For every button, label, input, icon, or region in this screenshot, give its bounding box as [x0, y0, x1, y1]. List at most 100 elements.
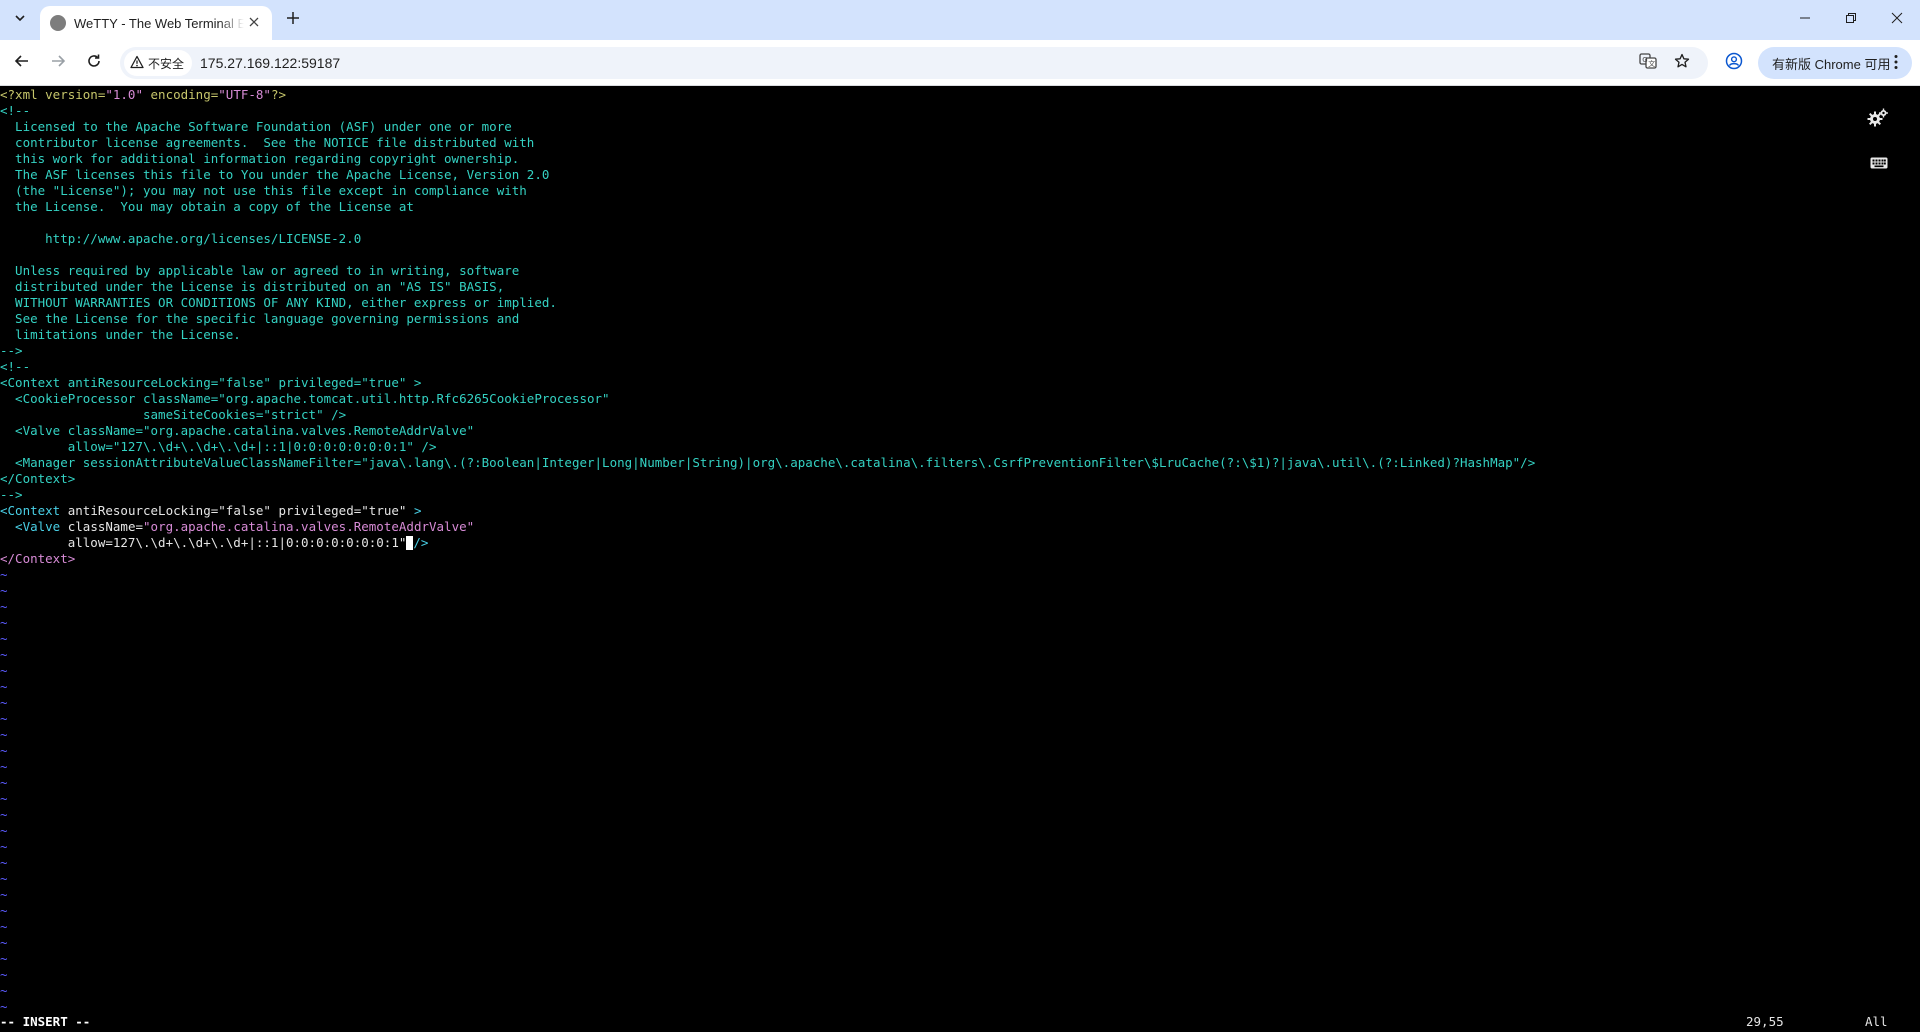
code-segment: the License. You may obtain a copy of th…: [0, 199, 414, 214]
empty-line-marker: ~: [0, 967, 8, 982]
profile-button[interactable]: [1722, 51, 1746, 75]
terminal-settings-button[interactable]: [1866, 108, 1890, 132]
security-label: 不安全: [148, 56, 185, 71]
terminal-line: ~: [0, 807, 1900, 823]
minimize-button[interactable]: [1782, 0, 1828, 40]
close-icon: [249, 14, 259, 32]
empty-line-marker: ~: [0, 935, 8, 950]
code-segment: <!--: [0, 103, 31, 118]
browser-menu-button[interactable]: [1886, 51, 1906, 75]
code-segment: contributor license agreements. See the …: [0, 135, 535, 150]
terminal-line: sameSiteCookies="strict" />: [0, 407, 1900, 423]
code-segment: Licensed to the Apache Software Foundati…: [0, 119, 512, 134]
chrome-update-button[interactable]: 有新版 Chrome 可用: [1758, 47, 1912, 79]
empty-line-marker: ~: [0, 823, 8, 838]
code-segment: allow="127\.\d+\.\d+\.\d+|::1|0:0:0:0:0:…: [0, 439, 437, 454]
terminal-line: ~: [0, 903, 1900, 919]
terminal-line: <Valve className="org.apache.catalina.va…: [0, 423, 1900, 439]
code-segment: <CookieProcessor className="org.apache.t…: [0, 391, 610, 406]
terminal-line: ~: [0, 663, 1900, 679]
plus-icon: [286, 11, 300, 30]
code-segment: ?>: [270, 87, 287, 102]
close-window-button[interactable]: [1874, 0, 1920, 40]
vim-mode-indicator: -- INSERT --: [0, 1014, 91, 1029]
terminal-line: <Valve className="org.apache.catalina.va…: [0, 519, 1900, 535]
terminal-line: ~: [0, 727, 1900, 743]
tab-strip: WeTTY - The Web Terminal Emulator: [0, 0, 1920, 40]
terminal-line: ~: [0, 695, 1900, 711]
code-segment: See the License for the specific languag…: [0, 311, 520, 326]
terminal-line: allow=127\.\d+\.\d+\.\d+|::1|0:0:0:0:0:0…: [0, 535, 1900, 551]
terminal-line: limitations under the License.: [0, 327, 1900, 343]
url-text[interactable]: 175.27.169.122:59187: [200, 47, 340, 79]
empty-line-marker: ~: [0, 711, 8, 726]
chevron-down-icon: [14, 11, 26, 29]
warning-triangle-icon: [130, 55, 148, 72]
terminal-line: ~: [0, 983, 1900, 999]
empty-line-marker: ~: [0, 567, 8, 582]
code-segment: -->: [0, 343, 23, 358]
terminal-line: ~: [0, 935, 1900, 951]
tab-search-button[interactable]: [8, 8, 32, 32]
terminal-line: ~: [0, 823, 1900, 839]
security-chip[interactable]: 不安全: [124, 50, 193, 76]
reload-button[interactable]: [80, 49, 108, 77]
terminal-line: ~: [0, 775, 1900, 791]
empty-line-marker: ~: [0, 679, 8, 694]
new-tab-button[interactable]: [282, 9, 304, 31]
address-bar[interactable]: 不安全 175.27.169.122:59187 G文: [120, 47, 1708, 79]
empty-line-marker: ~: [0, 903, 8, 918]
empty-line-marker: ~: [0, 583, 8, 598]
terminal-line: </Context>: [0, 471, 1900, 487]
code-segment: <!--: [0, 359, 31, 374]
bookmark-button[interactable]: [1670, 51, 1694, 75]
arrow-right-icon: [50, 53, 66, 74]
terminal-line: See the License for the specific languag…: [0, 311, 1900, 327]
terminal-keyboard-button[interactable]: [1868, 156, 1890, 174]
restore-icon: [1845, 11, 1857, 29]
terminal-line: <CookieProcessor className="org.apache.t…: [0, 391, 1900, 407]
code-segment: this work for additional information reg…: [0, 151, 520, 166]
code-segment: (the "License"); you may not use this fi…: [0, 183, 527, 198]
terminal-line: </Context>: [0, 551, 1900, 567]
restore-button[interactable]: [1828, 0, 1874, 40]
terminal-line: ~: [0, 711, 1900, 727]
empty-line-marker: ~: [0, 631, 8, 646]
terminal-line: <?xml version="1.0" encoding="UTF-8"?>: [0, 87, 1900, 103]
terminal-line: ~: [0, 631, 1900, 647]
terminal-line: ~: [0, 647, 1900, 663]
empty-line-marker: ~: [0, 951, 8, 966]
code-segment: <Context antiResourceLocking="false" pri…: [0, 375, 422, 390]
terminal-line: allow="127\.\d+\.\d+\.\d+|::1|0:0:0:0:0:…: [0, 439, 1900, 455]
empty-line-marker: ~: [0, 695, 8, 710]
empty-line-marker: ~: [0, 615, 8, 630]
tab-close-button[interactable]: [244, 13, 264, 33]
forward-button[interactable]: [44, 49, 72, 77]
svg-text:G: G: [1642, 56, 1647, 64]
browser-toolbar: 不安全 175.27.169.122:59187 G文 有新版 Chrome 可…: [0, 40, 1920, 86]
terminal-line: ~: [0, 871, 1900, 887]
empty-line-marker: ~: [0, 791, 8, 806]
terminal-line: ~: [0, 759, 1900, 775]
terminal-line: contributor license agreements. See the …: [0, 135, 1900, 151]
terminal-line: ~: [0, 919, 1900, 935]
terminal-screen[interactable]: <?xml version="1.0" encoding="UTF-8"?> <!…: [0, 87, 1920, 1032]
terminal-line: ~: [0, 583, 1900, 599]
code-segment: "org.apache.catalina.valves.RemoteAddrVa…: [143, 519, 475, 534]
terminal-line: ~: [0, 791, 1900, 807]
terminal-line: this work for additional information reg…: [0, 151, 1900, 167]
terminal-line: ~: [0, 615, 1900, 631]
empty-line-marker: ~: [0, 999, 8, 1014]
translate-button[interactable]: G文: [1636, 51, 1660, 75]
back-button[interactable]: [8, 49, 36, 77]
code-segment: Unless required by applicable law or agr…: [0, 263, 520, 278]
terminal-line: Unless required by applicable law or agr…: [0, 263, 1900, 279]
browser-tab-active[interactable]: WeTTY - The Web Terminal Emulator: [40, 6, 272, 40]
terminal-line: <!--: [0, 103, 1900, 119]
terminal-line: -->: [0, 343, 1900, 359]
code-segment: antiResourceLocking=: [60, 503, 219, 518]
code-segment: sameSiteCookies="strict" />: [0, 407, 347, 422]
code-segment: >: [406, 503, 422, 518]
